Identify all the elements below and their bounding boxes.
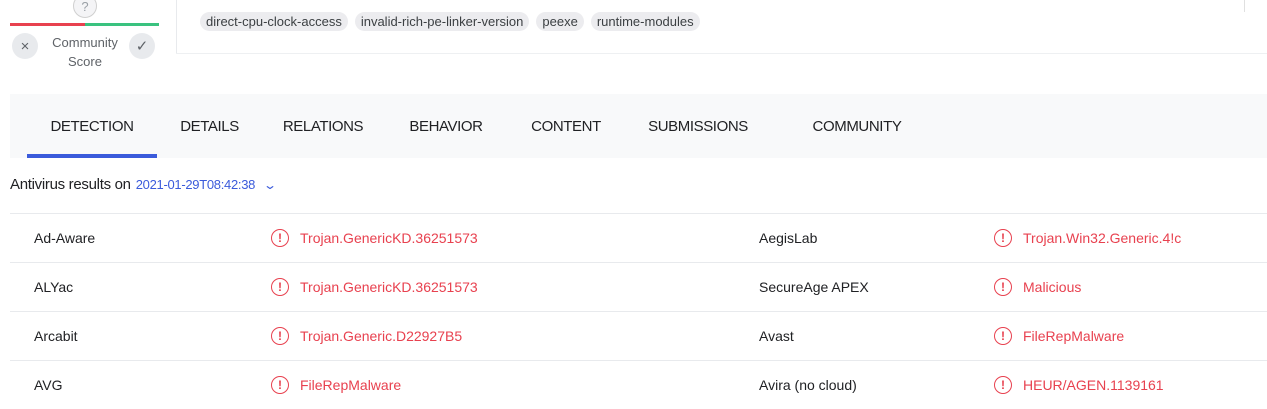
header-horizontal-divider [176,53,1267,54]
detection-label: Trojan.GenericKD.36251573 [300,279,478,295]
analysis-date[interactable]: 2021-01-29T08:42:38 [136,177,256,192]
tag-chip[interactable]: direct-cpu-clock-access [200,12,348,31]
score-bar-harmless [84,23,159,26]
checkmark-icon: ✓ [135,38,149,55]
report-tabs: DETECTION DETAILS RELATIONS BEHAVIOR CON… [10,94,1267,158]
tag-chip[interactable]: peexe [536,12,584,31]
table-row: ALYac ! Trojan.GenericKD.36251573 SecureA… [10,262,1267,311]
detection-label: Trojan.Generic.D22927B5 [300,328,463,344]
detection-result: ! Trojan.GenericKD.36251573 [271,214,478,262]
alert-icon: ! [271,278,289,296]
engine-name: AVG [34,377,63,393]
antivirus-results-heading: Antivirus results on 2021-01-29T08:42:38… [10,176,277,193]
alert-icon: ! [994,278,1012,296]
table-row: Arcabit ! Trojan.Generic.D22927B5 Avast !… [10,311,1267,360]
chevron-down-icon[interactable]: ⌄ [263,178,277,192]
engine-name: Ad-Aware [34,230,96,246]
community-score-label-line2: Score [68,54,102,69]
community-score-label: Community Score [44,33,126,71]
tab-behavior[interactable]: BEHAVIOR [396,94,496,158]
detection-label: HEUR/AGEN.1139161 [1023,377,1164,393]
detection-result: ! Trojan.Generic.D22927B5 [271,312,462,360]
detection-label: Trojan.GenericKD.36251573 [300,230,478,246]
community-score-bar [10,23,159,26]
engine-name: Avira (no cloud) [759,377,857,393]
alert-icon: ! [994,376,1012,394]
tag-chip[interactable]: invalid-rich-pe-linker-version [354,12,530,31]
engine-name: ALYac [34,279,74,295]
engine-name: Avast [759,328,794,344]
antivirus-results-table: Ad-Aware ! Trojan.GenericKD.36251573 Aegi… [10,213,1267,409]
community-score-label-line1: Community [52,35,118,50]
alert-icon: ! [994,229,1012,247]
engine-name: AegisLab [759,230,818,246]
detection-result: ! Trojan.Win32.Generic.4!c [994,214,1181,262]
tab-details[interactable]: DETAILS [169,94,250,158]
engine-name: Arcabit [34,328,78,344]
table-row: AVG ! FileRepMalware Avira (no cloud) ! HE… [10,360,1267,409]
antivirus-heading-label: Antivirus results on [10,176,131,193]
tab-community[interactable]: COMMUNITY [782,94,932,158]
alert-icon: ! [271,376,289,394]
engine-name: SecureAge APEX [759,279,869,295]
alert-icon: ! [271,229,289,247]
score-bar-malicious [10,23,85,26]
alert-icon: ! [271,327,289,345]
detection-result: ! Malicious [994,263,1081,311]
unknown-score-icon: ? [73,0,97,18]
alert-icon: ! [994,327,1012,345]
vote-harmless-button[interactable]: ✓ [129,33,155,59]
detection-result: ! FileRepMalware [994,312,1124,360]
detection-result: ! FileRepMalware [271,361,401,409]
table-row: Ad-Aware ! Trojan.GenericKD.36251573 Aegi… [10,213,1267,262]
detection-label: Trojan.Win32.Generic.4!c [1023,230,1182,246]
tab-content[interactable]: CONTENT [518,94,614,158]
tab-detection[interactable]: DETECTION [27,94,157,158]
tab-submissions[interactable]: SUBMISSIONS [636,94,760,158]
tag-chip[interactable]: runtime-modules [590,12,700,31]
detection-result: ! HEUR/AGEN.1139161 [994,361,1164,409]
header-right-divider [1244,0,1245,12]
close-icon: × [20,37,30,55]
tab-relations[interactable]: RELATIONS [272,94,374,158]
tag-list: direct-cpu-clock-access invalid-rich-pe-… [200,12,700,31]
detection-result: ! Trojan.GenericKD.36251573 [271,263,478,311]
detection-label: Malicious [1023,279,1082,295]
detection-label: FileRepMalware [1023,328,1125,344]
detection-label: FileRepMalware [300,377,402,393]
header-vertical-divider [176,0,177,54]
vote-malicious-button[interactable]: × [12,33,38,59]
